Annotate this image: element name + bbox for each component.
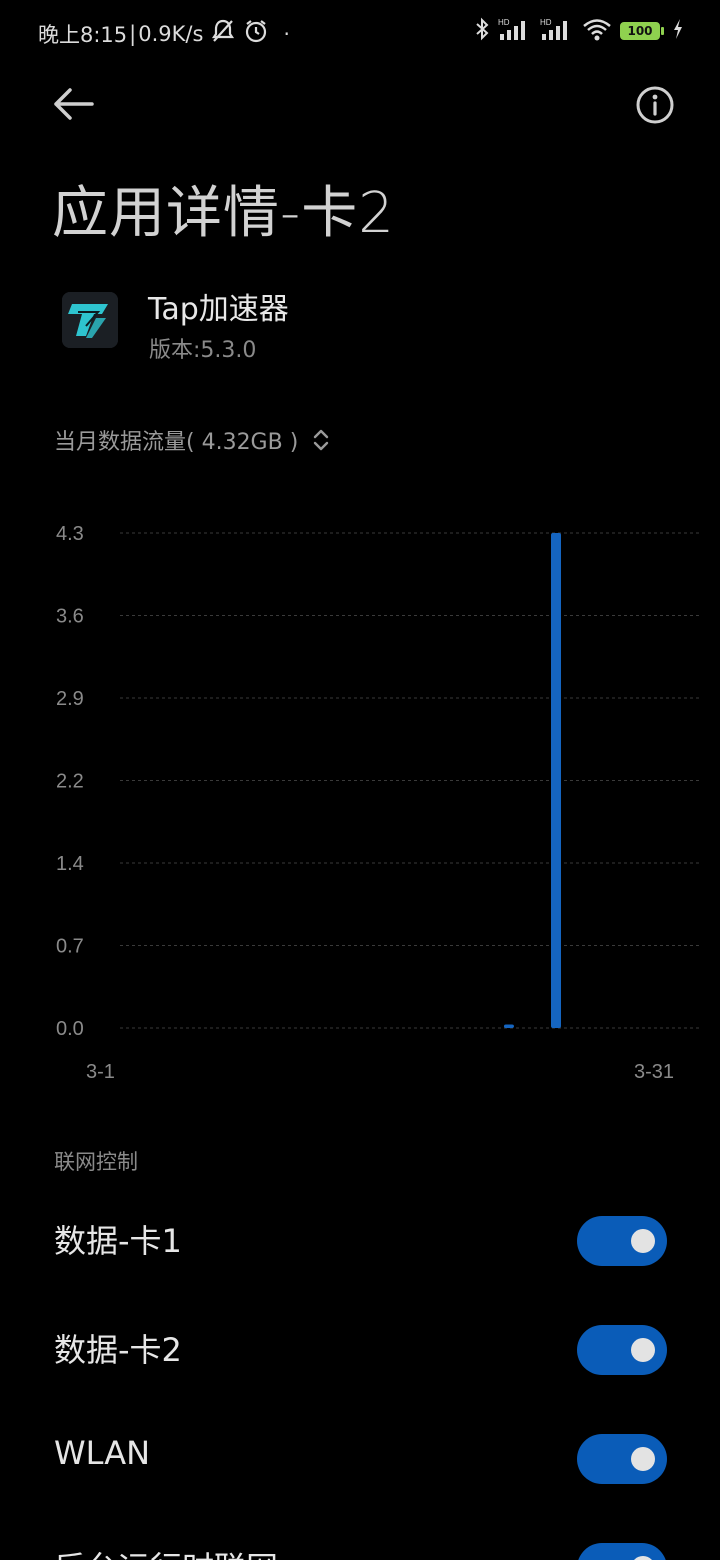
wlan-label: WLAN	[54, 1434, 151, 1472]
wifi-icon	[582, 16, 612, 46]
background-network-label: 后台运行时联网	[54, 1543, 278, 1560]
battery-icon: 100	[620, 22, 664, 40]
monthly-usage-label: 当月数据流量( 4.32GB )	[54, 430, 299, 455]
page-title: 应用详情-卡2	[52, 181, 395, 246]
toggle-knob	[631, 1229, 655, 1253]
app-name: Tap加速器	[148, 292, 289, 327]
status-dot: ·	[283, 21, 290, 46]
data-sim2-row[interactable]: 数据-卡2	[0, 1301, 720, 1401]
net-speed: 0.9K/s	[138, 21, 204, 46]
svg-text:HD: HD	[540, 18, 552, 27]
data-sim1-toggle[interactable]	[577, 1216, 667, 1266]
alarm-icon	[243, 18, 269, 49]
wlan-row[interactable]: WLAN	[0, 1410, 720, 1510]
y-tick-label: 2.2	[56, 771, 84, 793]
background-network-toggle[interactable]	[577, 1543, 667, 1560]
data-sim2-toggle[interactable]	[577, 1325, 667, 1375]
charging-icon	[672, 18, 684, 44]
status-separator: |	[129, 21, 137, 46]
status-right: HD HD 100	[474, 16, 684, 46]
tap-accelerator-app-icon	[62, 292, 118, 348]
x-end-label: 3-31	[634, 1061, 674, 1083]
network-control-section-title: 联网控制	[54, 1150, 138, 1174]
battery-level: 100	[620, 22, 660, 40]
bluetooth-icon	[474, 16, 490, 46]
y-tick-label: 0.7	[56, 936, 84, 958]
info-button[interactable]	[632, 82, 678, 128]
wlan-toggle[interactable]	[577, 1434, 667, 1484]
dnd-icon	[211, 18, 235, 49]
data-sim1-row[interactable]: 数据-卡1	[0, 1192, 720, 1292]
app-version: 版本:5.3.0	[149, 338, 257, 363]
y-tick-label: 2.9	[56, 688, 84, 710]
status-time: 晚上8:15	[38, 22, 128, 47]
back-arrow-icon	[54, 88, 94, 120]
toggle-knob	[631, 1447, 655, 1471]
signal-hd-icon-2: HD	[540, 16, 574, 46]
data-usage-chart: 4.3 3.6 2.9 2.2 1.4 0.7 0.03-1 3-31	[56, 523, 700, 1083]
toggle-knob	[631, 1556, 655, 1560]
y-tick-label: 0.0	[56, 1018, 84, 1040]
data-sim2-label: 数据-卡2	[54, 1331, 182, 1369]
back-button[interactable]	[48, 82, 96, 126]
app-details-screen: 晚上8:15 | 0.9K/s · HD HD 100 应用详情-卡2 Tap加…	[0, 0, 720, 1560]
background-network-row[interactable]: 后台运行时联网	[0, 1519, 720, 1560]
usage-bar	[503, 1024, 514, 1028]
usage-bar	[551, 533, 561, 1028]
signal-hd-icon: HD	[498, 16, 532, 46]
sort-updown-icon	[314, 429, 329, 451]
status-left: 晚上8:15 | 0.9K/s ·	[38, 18, 290, 49]
x-start-label: 3-1	[86, 1061, 115, 1083]
battery-tip	[661, 27, 664, 35]
toggle-knob	[631, 1338, 655, 1362]
svg-text:HD: HD	[498, 18, 510, 27]
y-tick-label: 3.6	[56, 606, 84, 628]
info-icon	[636, 86, 674, 124]
y-tick-label: 4.3	[56, 523, 84, 545]
status-bar: 晚上8:15 | 0.9K/s · HD HD 100	[0, 0, 720, 64]
y-tick-label: 1.4	[56, 853, 84, 875]
monthly-usage-selector[interactable]: 当月数据流量( 4.32GB )	[54, 424, 330, 456]
data-sim1-label: 数据-卡1	[54, 1222, 182, 1260]
